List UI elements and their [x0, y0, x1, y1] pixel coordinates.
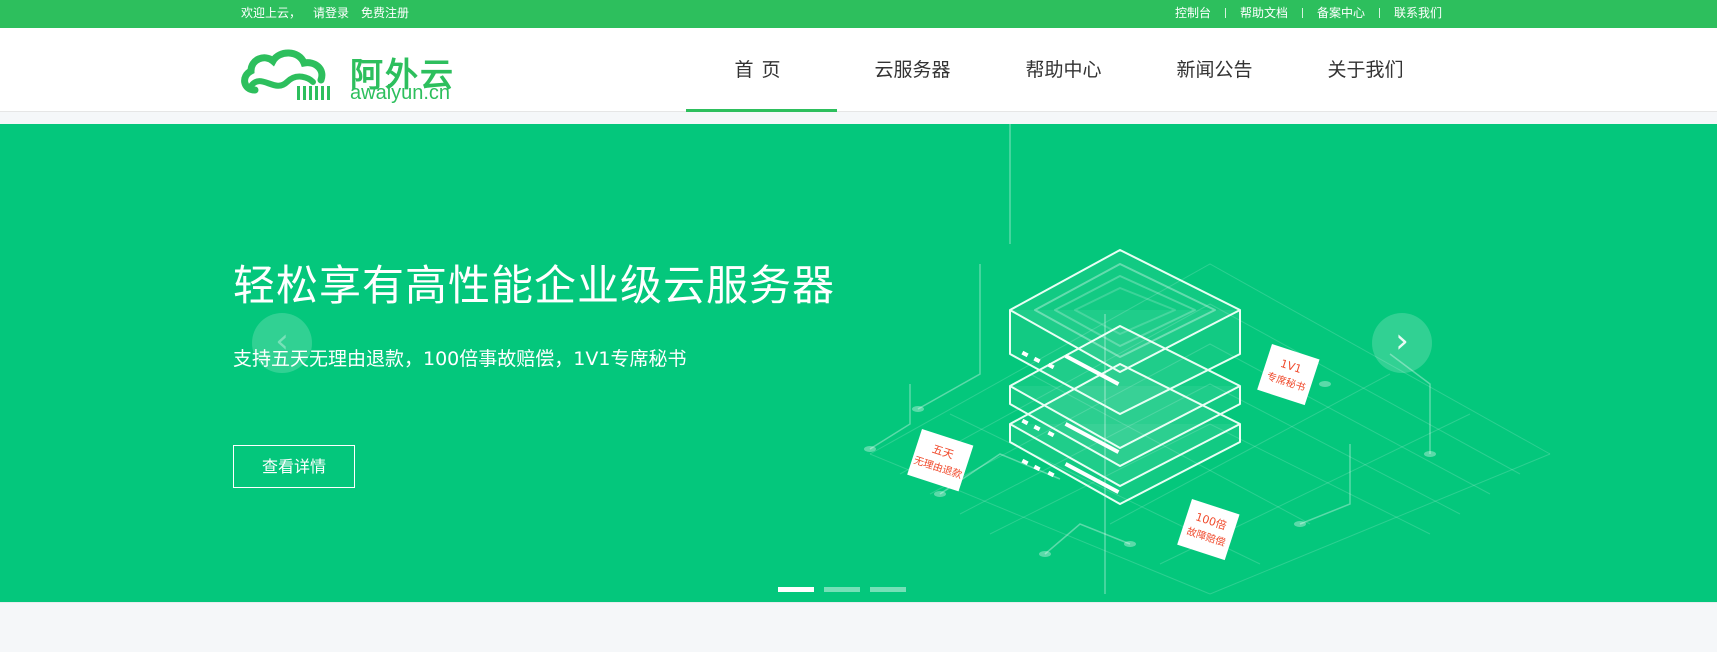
- icp-center-link[interactable]: 备案中心: [1317, 0, 1365, 26]
- slide-dot-1[interactable]: [778, 587, 814, 592]
- server-illustration: 五天 无理由退款 100倍 故障赔偿 1V1 专席秘书: [864, 124, 1551, 595]
- content-area: [0, 602, 1717, 652]
- next-slide-button[interactable]: ›: [1372, 313, 1432, 373]
- help-docs-link[interactable]: 帮助文档: [1240, 0, 1288, 26]
- welcome-text: 欢迎上云，: [241, 6, 302, 20]
- tag-secretary: 1V1 专席秘书: [1257, 344, 1320, 406]
- nav-item-about-us[interactable]: 关于我们: [1290, 28, 1441, 112]
- slide-indicators: [778, 587, 916, 592]
- main-header: 阿外云 awaiyun.cn 首页 云服务器 帮助中心 新闻公告 关于我们: [0, 28, 1717, 112]
- nav-item-cloud-servers[interactable]: 云服务器: [837, 28, 988, 112]
- banner-title: 轻松享有高性能企业级云服务器: [233, 261, 836, 310]
- divider: [1301, 8, 1303, 18]
- nav-item-help-center[interactable]: 帮助中心: [988, 28, 1139, 112]
- nav-item-home[interactable]: 首页: [686, 28, 837, 112]
- top-bar-left: 欢迎上云， 请登录 免费注册: [241, 0, 421, 26]
- divider: [1224, 8, 1226, 18]
- slide-dot-3[interactable]: [870, 587, 906, 592]
- top-bar: 欢迎上云， 请登录 免费注册 控制台 帮助文档 备案中心 联系我们: [0, 0, 1717, 28]
- console-link[interactable]: 控制台: [1175, 0, 1211, 26]
- prev-slide-button[interactable]: ‹: [252, 313, 312, 373]
- divider: [1378, 8, 1380, 18]
- top-bar-links: 控制台 帮助文档 备案中心 联系我们: [1175, 0, 1442, 26]
- chevron-right-icon: ›: [1395, 321, 1409, 361]
- logo-name-en: awaiyun.cn: [350, 82, 451, 104]
- site-logo[interactable]: 阿外云 awaiyun.cn: [241, 46, 471, 104]
- cloud-logo-icon: [241, 49, 330, 100]
- hero-banner: 五天 无理由退款 100倍 故障赔偿 1V1 专席秘书 轻松享有高性能企业级云服…: [0, 124, 1717, 602]
- tag-refund: 五天 无理由退款: [907, 429, 974, 492]
- main-nav: 首页 云服务器 帮助中心 新闻公告 关于我们: [686, 28, 1441, 112]
- chevron-left-icon: ‹: [275, 321, 289, 361]
- slide-dot-2[interactable]: [824, 587, 860, 592]
- nav-item-news[interactable]: 新闻公告: [1139, 28, 1290, 112]
- login-link[interactable]: 请登录: [313, 6, 349, 20]
- register-link[interactable]: 免费注册: [361, 6, 409, 20]
- contact-us-link[interactable]: 联系我们: [1394, 0, 1442, 26]
- view-details-button[interactable]: 查看详情: [233, 445, 355, 488]
